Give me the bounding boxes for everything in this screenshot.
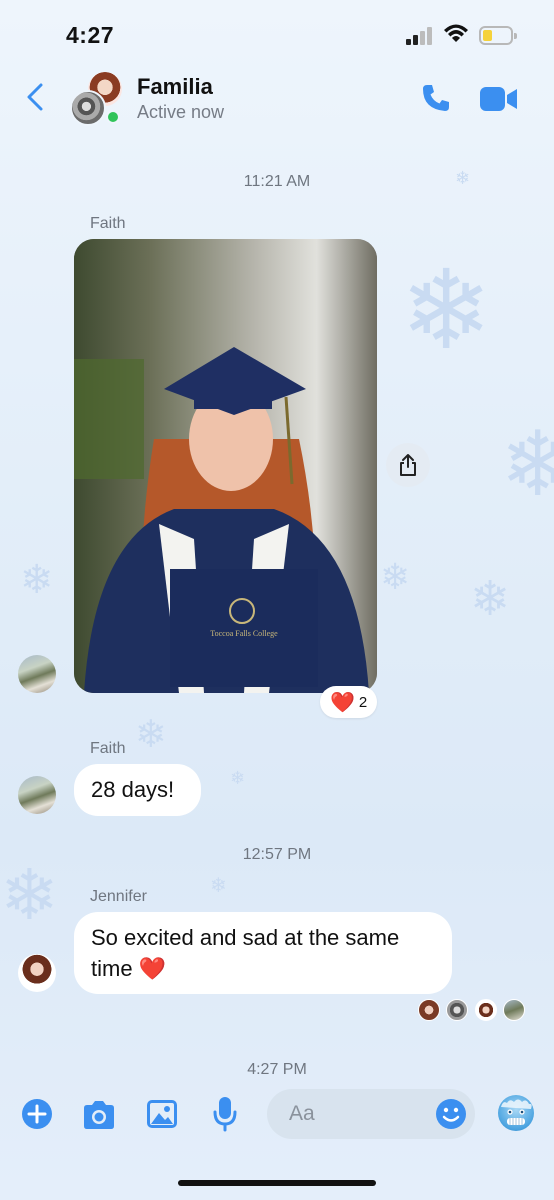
member-avatar <box>70 90 106 126</box>
home-indicator <box>178 1180 376 1186</box>
seen-avatar <box>503 999 525 1021</box>
video-camera-icon[interactable] <box>480 86 518 112</box>
message-input-placeholder: Aa <box>289 1102 315 1125</box>
seen-avatar <box>418 999 440 1021</box>
seen-avatar <box>446 999 468 1021</box>
smile-icon[interactable] <box>435 1098 467 1130</box>
message-timestamp: 11:21 AM <box>243 173 311 190</box>
message-timestamp: 4:27 PM <box>247 1061 307 1078</box>
sender-name: Faith <box>90 215 126 232</box>
chat-header: Familia Active now <box>0 70 554 132</box>
heart-reaction-icon: ❤️ <box>330 691 355 714</box>
wifi-icon <box>444 24 468 42</box>
group-avatar[interactable] <box>68 72 126 128</box>
reaction-badge[interactable]: ❤️ 2 <box>320 686 378 718</box>
photo-content: Toccoa Falls College <box>74 239 377 693</box>
cold-face-emoji-icon[interactable] <box>498 1095 534 1131</box>
sender-avatar[interactable] <box>18 655 56 693</box>
message-timestamp: 12:57 PM <box>242 846 312 863</box>
signal-icon <box>406 27 434 45</box>
message-input[interactable]: Aa <box>267 1089 475 1139</box>
message-composer: Aa <box>0 1088 554 1144</box>
reaction-count: 2 <box>358 693 368 711</box>
sender-name: Faith <box>90 740 126 757</box>
sender-name: Jennifer <box>90 888 147 905</box>
cold-face-emoji-graphic <box>501 1099 532 1125</box>
message-bubble[interactable]: So excited and sad at the same time ❤️ <box>74 912 452 994</box>
phone-icon[interactable] <box>420 82 452 114</box>
camera-icon[interactable] <box>81 1100 117 1130</box>
back-chevron-icon[interactable] <box>24 82 46 112</box>
microphone-icon[interactable] <box>212 1096 238 1132</box>
share-icon <box>400 454 416 476</box>
conversation-status: Active now <box>137 102 225 122</box>
sender-avatar[interactable] <box>18 776 56 814</box>
message-bubble[interactable]: 28 days! <box>74 764 201 816</box>
shared-photo[interactable]: Toccoa Falls College <box>74 239 377 693</box>
diploma-text: Toccoa Falls College <box>210 629 278 638</box>
status-bar: 4:27 <box>0 0 554 70</box>
seen-avatar <box>475 999 497 1021</box>
share-button[interactable] <box>386 443 430 487</box>
online-indicator <box>106 110 120 124</box>
sender-avatar[interactable] <box>18 954 56 992</box>
status-time: 4:27 <box>66 22 115 48</box>
gallery-icon[interactable] <box>146 1099 178 1129</box>
conversation-title[interactable]: Familia <box>137 74 213 100</box>
plus-icon[interactable] <box>21 1098 53 1130</box>
battery-icon <box>479 26 517 45</box>
